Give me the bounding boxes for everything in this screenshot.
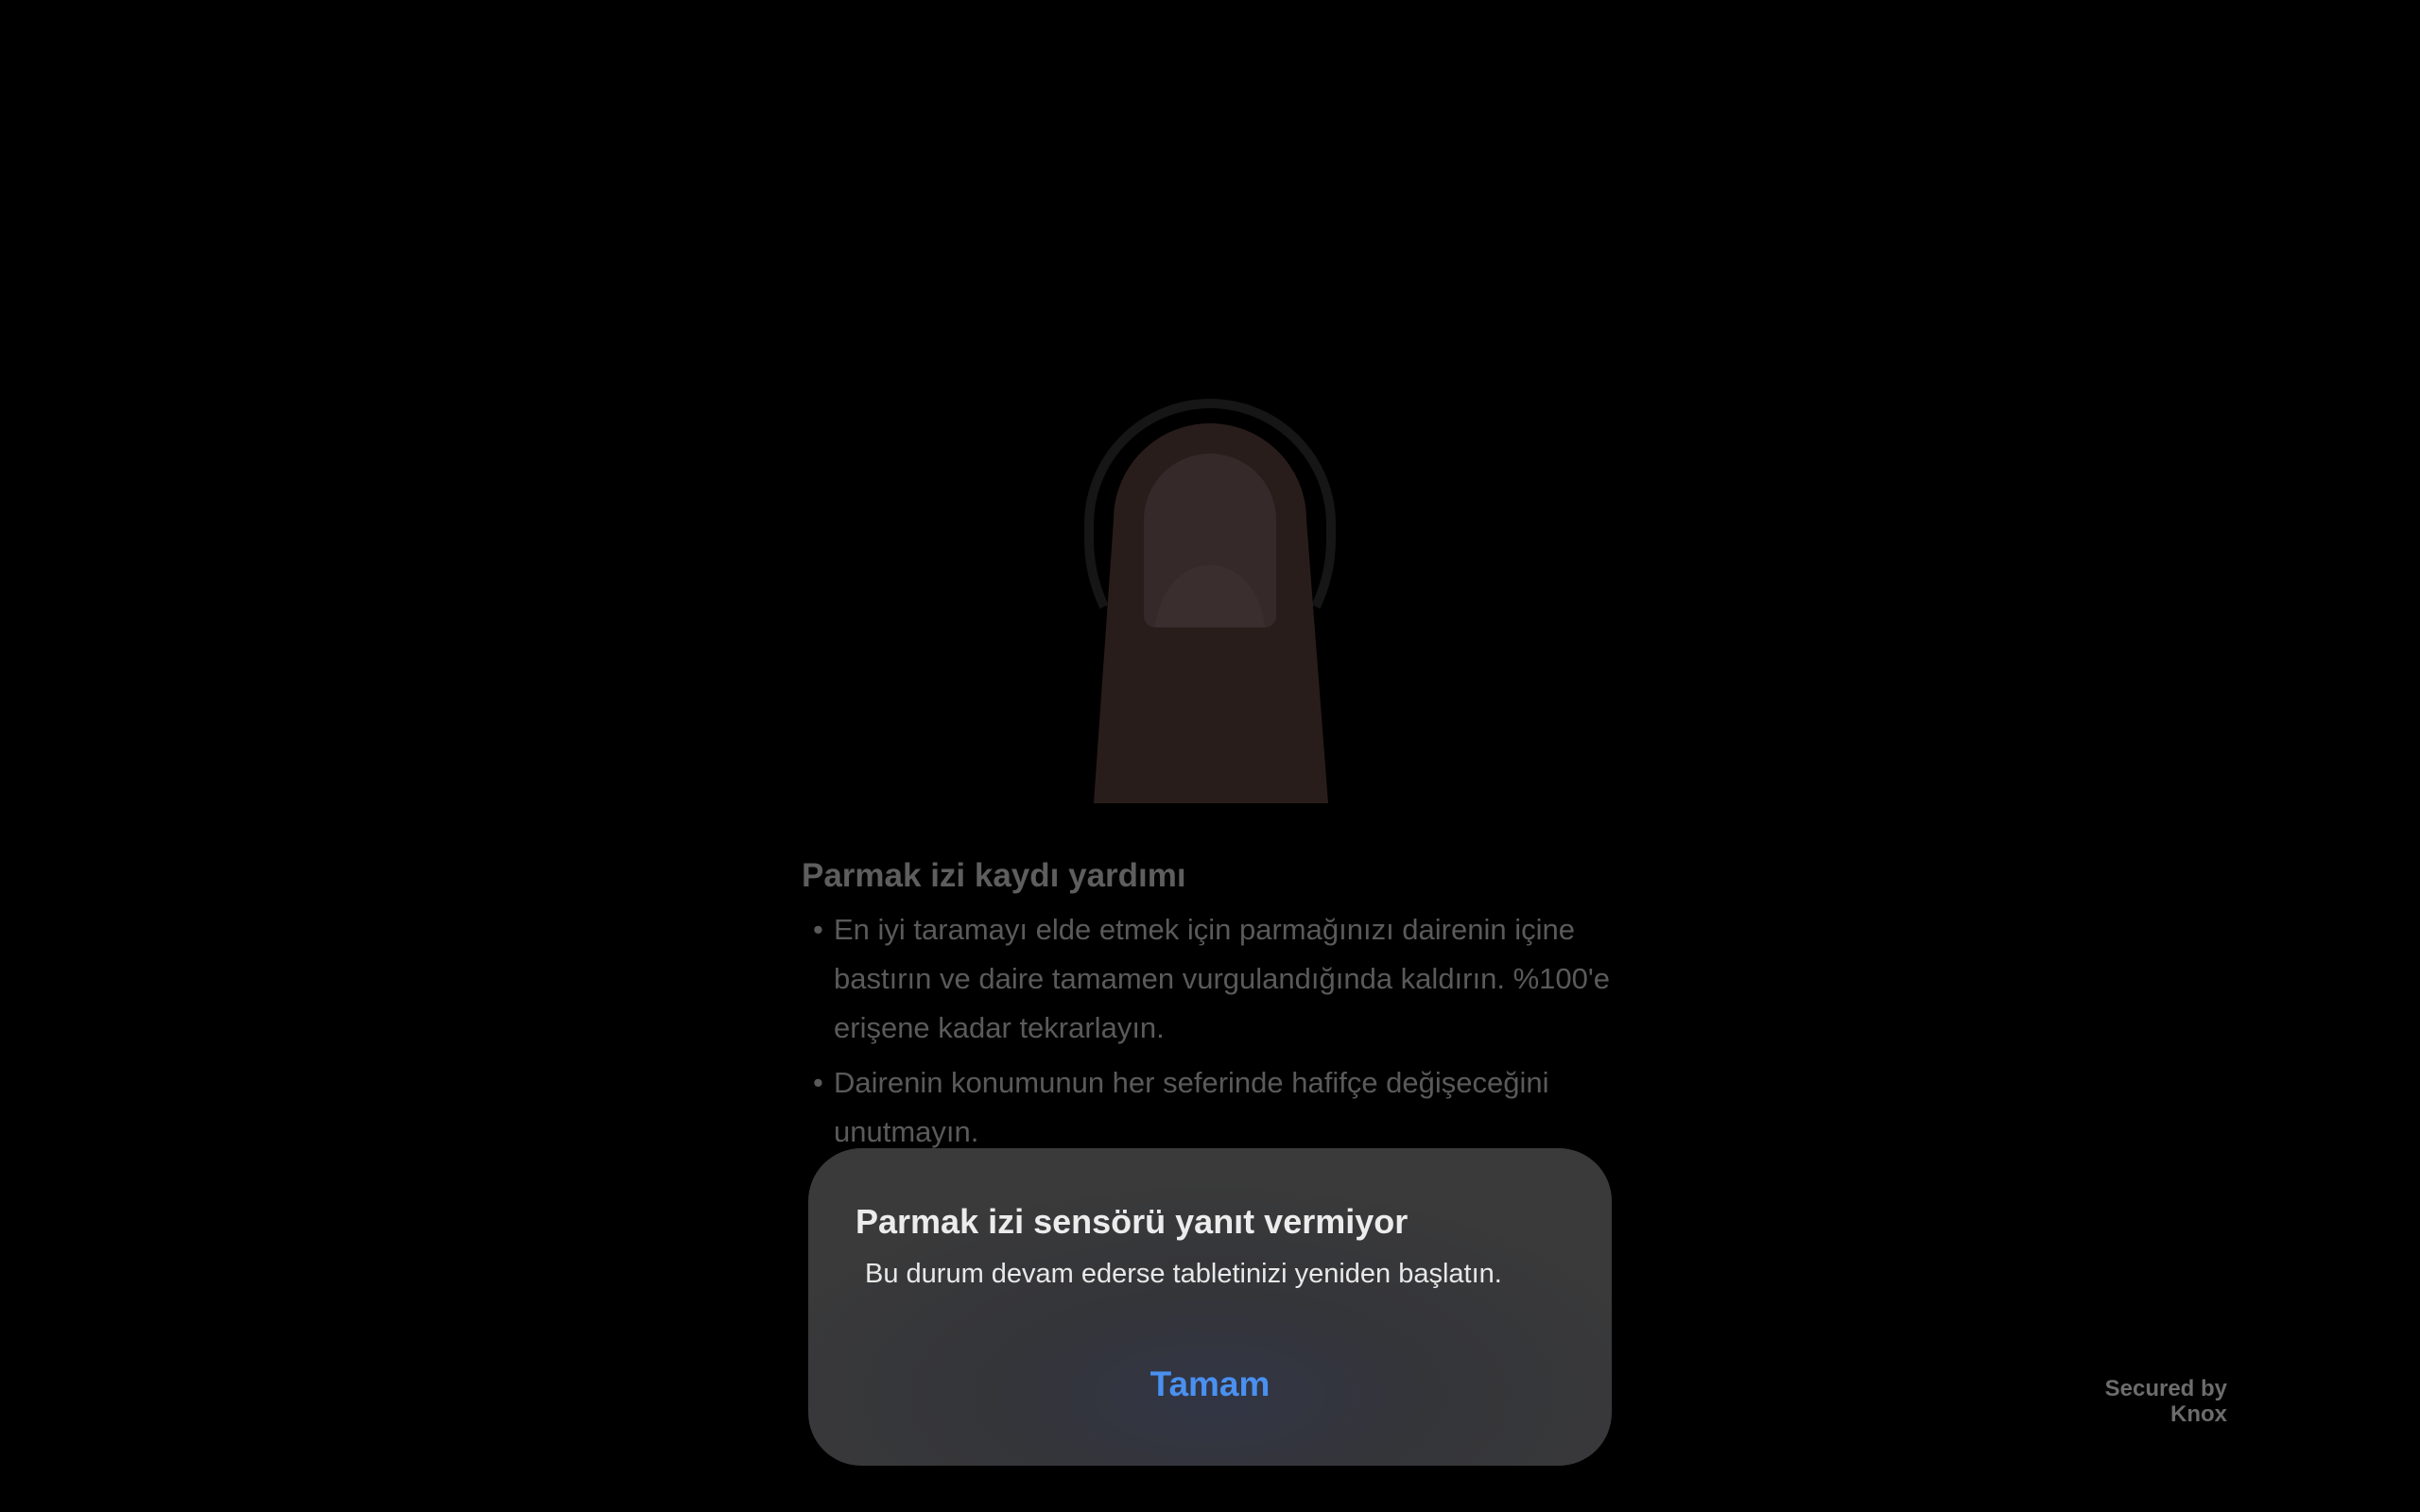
help-item: • Dairenin konumunun her seferinde hafif… [802,1058,1634,1157]
fingerprint-registration-screen: Parmak izi kaydı yardımı • En iyi tarama… [0,0,2420,1512]
help-title: Parmak izi kaydı yardımı [802,857,1186,894]
knox-badge: Secured by Knox [2105,1376,2227,1427]
help-item-text: En iyi taramayı elde etmek için parmağın… [834,913,1611,1044]
bullet: • [813,1066,823,1099]
help-list: • En iyi taramayı elde etmek için parmağ… [802,905,1634,1157]
help-item-text: Dairenin konumunun her seferinde hafifçe… [834,1066,1549,1148]
fingerprint-help-section: Parmak izi kaydı yardımı • En iyi tarama… [802,850,1634,1162]
sensor-error-dialog: Parmak izi sensörü yanıt vermiyor Bu dur… [808,1148,1612,1466]
ok-button[interactable]: Tamam [808,1347,1612,1422]
knox-line1: Secured by [2104,1376,2227,1401]
knox-line2: Knox [2170,1401,2227,1427]
dialog-message: Bu durum devam ederse tabletinizi yenide… [865,1259,1502,1289]
dialog-title: Parmak izi sensörü yanıt vermiyor [856,1202,1409,1241]
bullet: • [813,913,823,946]
finger-icon [1078,397,1342,803]
help-item: • En iyi taramayı elde etmek için parmağ… [802,905,1634,1053]
